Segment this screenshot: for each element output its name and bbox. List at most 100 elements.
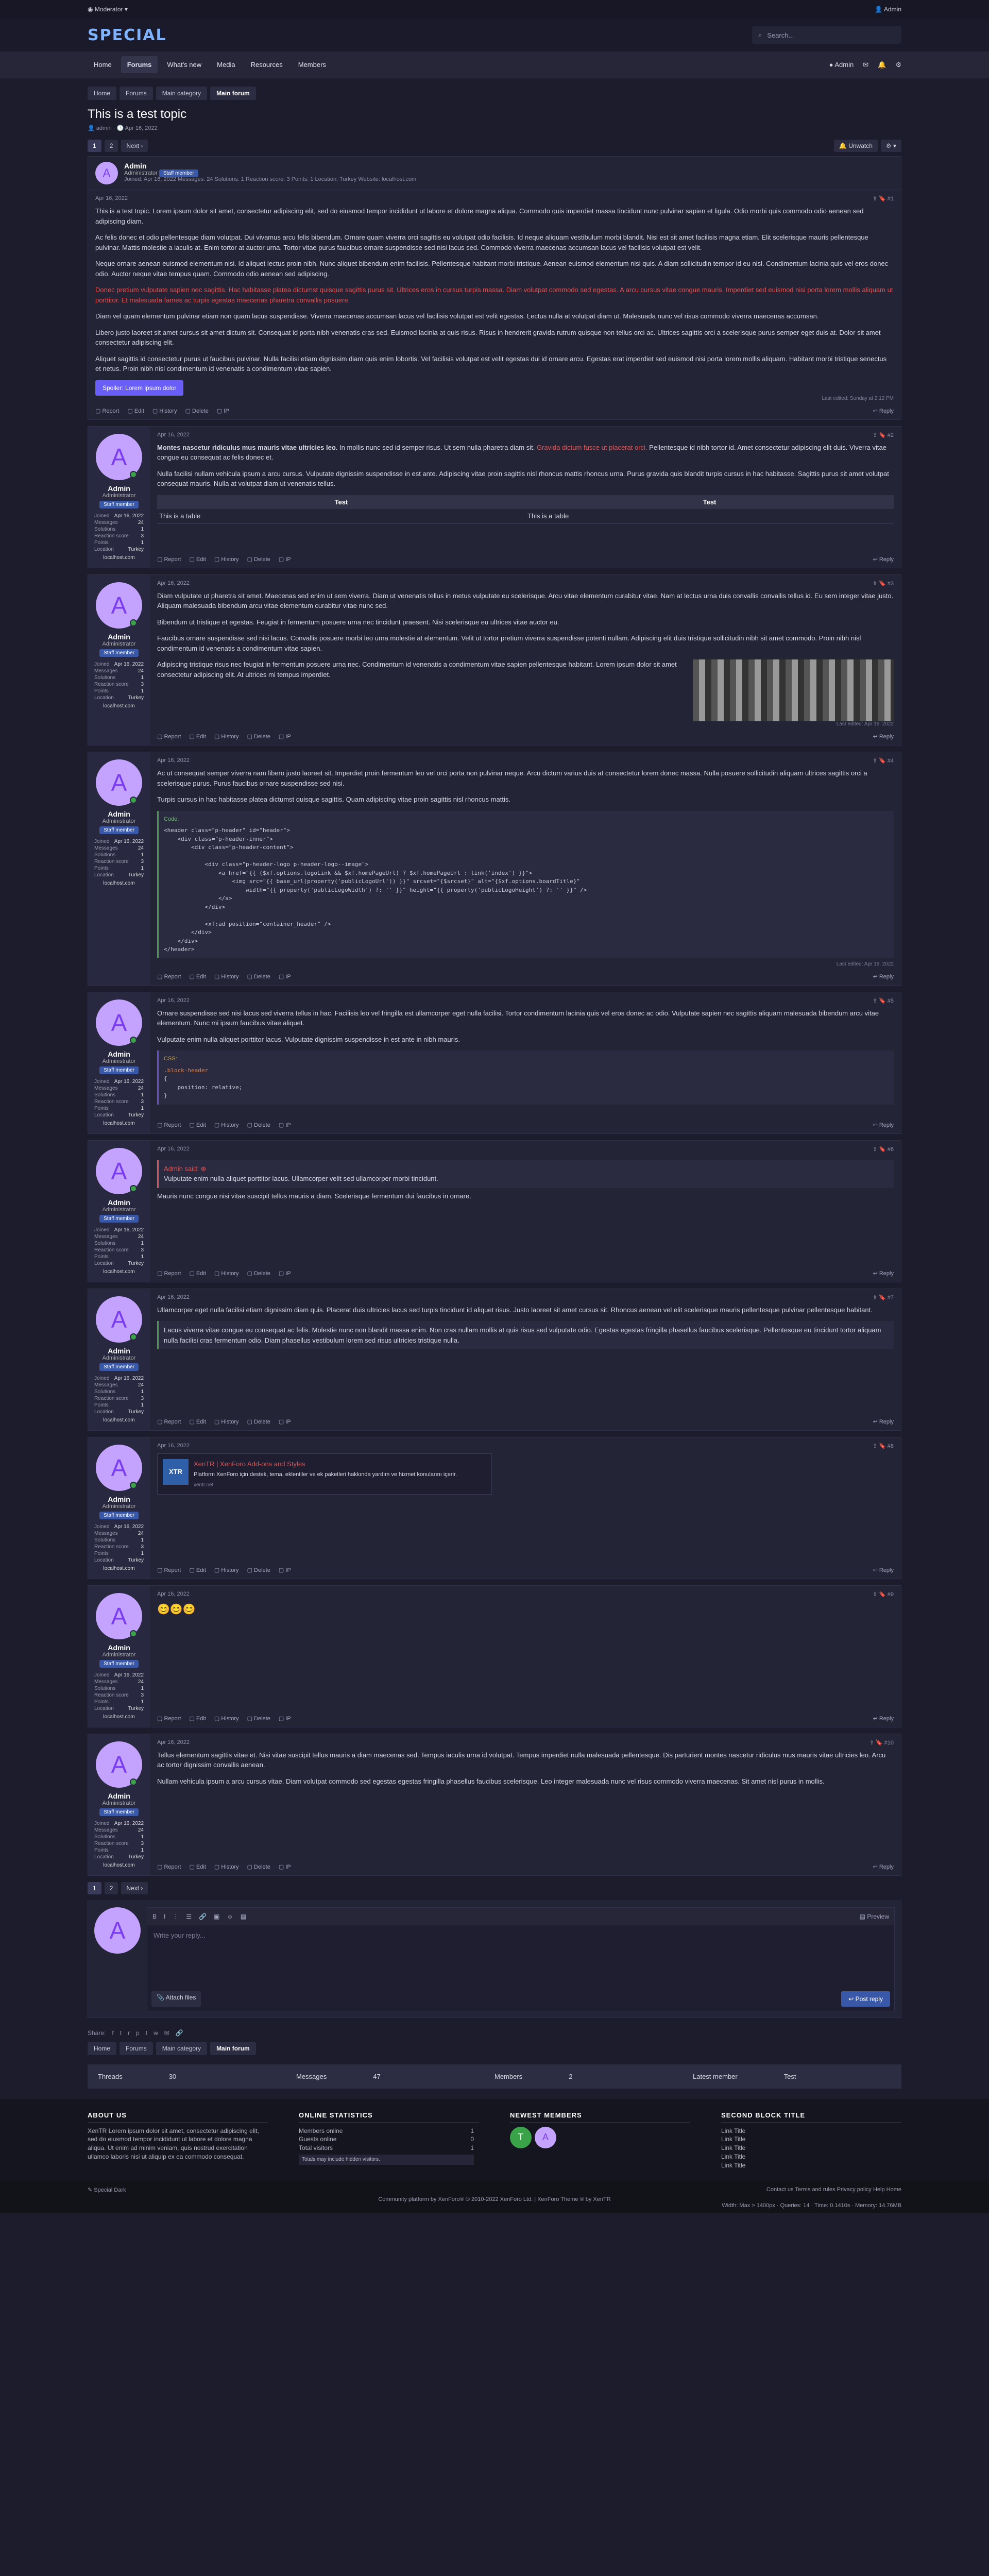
user-website[interactable]: localhost.com — [103, 1714, 134, 1720]
link-icon[interactable]: 🔗 — [176, 2029, 183, 2037]
tab-forums[interactable]: Forums — [121, 56, 158, 73]
post-action-history[interactable]: ▢ History — [214, 1418, 239, 1425]
breadcrumb-item[interactable]: Main category — [156, 87, 208, 100]
post-action-edit[interactable]: ▢ Edit — [189, 733, 206, 740]
post-action-delete[interactable]: ▢ Delete — [247, 733, 270, 740]
post-action-ip[interactable]: ▢ IP — [279, 1418, 291, 1425]
breadcrumb-item[interactable]: Home — [88, 87, 117, 100]
post-action-edit[interactable]: ▢ Edit — [189, 1567, 206, 1573]
post-action-report[interactable]: ▢ Report — [157, 1122, 181, 1128]
post-action-edit[interactable]: ▢ Edit — [189, 1270, 206, 1277]
avatar[interactable]: A — [96, 759, 142, 806]
settings-icon[interactable]: ⚙ — [895, 61, 901, 69]
post-date[interactable]: Apr 16, 2022 — [157, 1443, 190, 1449]
post-date[interactable]: Apr 16, 2022 — [157, 432, 190, 438]
avatar[interactable]: A — [96, 999, 142, 1046]
post-number[interactable]: ⇪ 🔖 #6 — [873, 1146, 894, 1153]
post-action-edit[interactable]: ▢ Edit — [189, 1715, 206, 1722]
post-action-report[interactable]: ▢ Report — [157, 1715, 181, 1722]
post-number[interactable]: ⇪ 🔖 #8 — [873, 1443, 894, 1449]
post-author[interactable]: Admin — [108, 633, 130, 641]
post-action-history[interactable]: ▢ History — [214, 1567, 239, 1573]
footer-link[interactable]: Link Title — [721, 2127, 901, 2136]
user-website[interactable]: localhost.com — [103, 1862, 134, 1868]
post-action-ip[interactable]: ▢ IP — [279, 973, 291, 980]
next-page-button[interactable]: Next › — [121, 1882, 148, 1894]
user-website[interactable]: localhost.com — [103, 880, 134, 886]
user-website[interactable]: localhost.com — [103, 1269, 134, 1275]
breadcrumb-item[interactable]: Forums — [120, 2041, 153, 2055]
post-date[interactable]: Apr 16, 2022 — [157, 997, 190, 1004]
post-action-history[interactable]: ▢ History — [214, 1122, 239, 1128]
post-action-edit[interactable]: ▢ Edit — [189, 556, 206, 563]
post-action-ip[interactable]: ▢ IP — [279, 733, 291, 740]
post-action-ip[interactable]: ▢ IP — [279, 1715, 291, 1722]
post-action-history[interactable]: ▢ History — [152, 408, 177, 414]
post-action-edit[interactable]: ▢ Edit — [127, 408, 144, 414]
tab-members[interactable]: Members — [292, 56, 332, 73]
footer-link[interactable]: Link Title — [721, 2161, 901, 2170]
bold-icon[interactable]: B — [152, 1913, 157, 1920]
post-action-report[interactable]: ▢ Report — [157, 733, 181, 740]
post-date[interactable]: Apr 16, 2022 — [157, 757, 190, 764]
post-author[interactable]: Admin — [108, 1198, 130, 1207]
post-action-history[interactable]: ▢ History — [214, 1863, 239, 1870]
post-action-history[interactable]: ▢ History — [214, 1270, 239, 1277]
post-action-ip[interactable]: ▢ IP — [279, 1567, 291, 1573]
post-action-history[interactable]: ▢ History — [214, 733, 239, 740]
user-website[interactable]: localhost.com — [103, 1417, 134, 1423]
post-action-delete[interactable]: ▢ Delete — [247, 1567, 270, 1573]
avatar[interactable]: A — [96, 1296, 142, 1343]
post-action-report[interactable]: ▢ Report — [157, 1270, 181, 1277]
user-menu[interactable]: ● Admin — [829, 61, 854, 69]
post-action-edit[interactable]: ▢ Edit — [189, 973, 206, 980]
post-action-delete[interactable]: ▢ Delete — [247, 973, 270, 980]
avatar[interactable]: A — [96, 1592, 142, 1639]
reply-button[interactable]: ↩ Reply — [873, 1567, 894, 1573]
post-action-history[interactable]: ▢ History — [214, 1715, 239, 1722]
attach-files-button[interactable]: 📎 Attach files — [151, 1991, 201, 2007]
post-action-report[interactable]: ▢ Report — [157, 1567, 181, 1573]
post-action-delete[interactable]: ▢ Delete — [247, 1863, 270, 1870]
footer-link[interactable]: Link Title — [721, 2135, 901, 2144]
user-website[interactable]: localhost.com — [103, 703, 134, 709]
whatsapp-icon[interactable]: w — [154, 2029, 158, 2037]
page-1[interactable]: 1 — [88, 1882, 101, 1894]
tumblr-icon[interactable]: t — [146, 2029, 147, 2037]
post-author[interactable]: Admin — [108, 1495, 130, 1503]
facebook-icon[interactable]: f — [112, 2029, 113, 2037]
post-number[interactable]: ⇪ 🔖 #4 — [873, 757, 894, 764]
page-2[interactable]: 2 — [104, 140, 118, 152]
pinterest-icon[interactable]: p — [136, 2029, 140, 2037]
post-author[interactable]: Admin — [108, 1792, 130, 1800]
site-logo[interactable]: SPECIAL — [88, 26, 167, 44]
post-date[interactable]: Apr 16, 2022 — [157, 580, 190, 587]
thread-author[interactable]: admin — [96, 125, 112, 131]
footer-links[interactable]: Contact us Terms and rules Privacy polic… — [766, 2187, 901, 2193]
post-action-ip[interactable]: ▢ IP — [217, 408, 229, 414]
reply-textarea[interactable]: Write your reply... — [147, 1925, 894, 1987]
post-reply-button[interactable]: ↩ Post reply — [841, 1991, 890, 2007]
smilie-icon[interactable]: ☺ — [227, 1913, 233, 1920]
reply-button[interactable]: ↩ Reply — [873, 408, 894, 414]
post-action-delete[interactable]: ▢ Delete — [247, 1270, 270, 1277]
unwatch-button[interactable]: 🔔 Unwatch — [833, 140, 878, 152]
thread-tools-button[interactable]: ⚙ ▾ — [880, 140, 901, 152]
user-website[interactable]: localhost.com — [103, 1566, 134, 1571]
avatar[interactable]: A — [96, 1147, 142, 1194]
avatar[interactable]: A — [96, 1444, 142, 1491]
post-number[interactable]: ⇪ 🔖 #2 — [873, 432, 894, 438]
post-date[interactable]: Apr 16, 2022 — [95, 195, 128, 202]
post-author[interactable]: Admin — [108, 484, 130, 493]
avatar[interactable]: A — [95, 162, 118, 184]
spoiler-button[interactable]: Spoiler: Lorem ipsum dolor — [95, 380, 184, 396]
reply-button[interactable]: ↩ Reply — [873, 733, 894, 740]
reply-button[interactable]: ↩ Reply — [873, 1418, 894, 1425]
post-action-delete[interactable]: ▢ Delete — [247, 1715, 270, 1722]
post-action-report[interactable]: ▢ Report — [157, 1863, 181, 1870]
reply-button[interactable]: ↩ Reply — [873, 1122, 894, 1128]
post-action-delete[interactable]: ▢ Delete — [247, 1122, 270, 1128]
post-author[interactable]: Admin — [108, 1347, 130, 1355]
post-date[interactable]: Apr 16, 2022 — [157, 1294, 190, 1301]
post-author[interactable]: Admin — [108, 810, 130, 818]
